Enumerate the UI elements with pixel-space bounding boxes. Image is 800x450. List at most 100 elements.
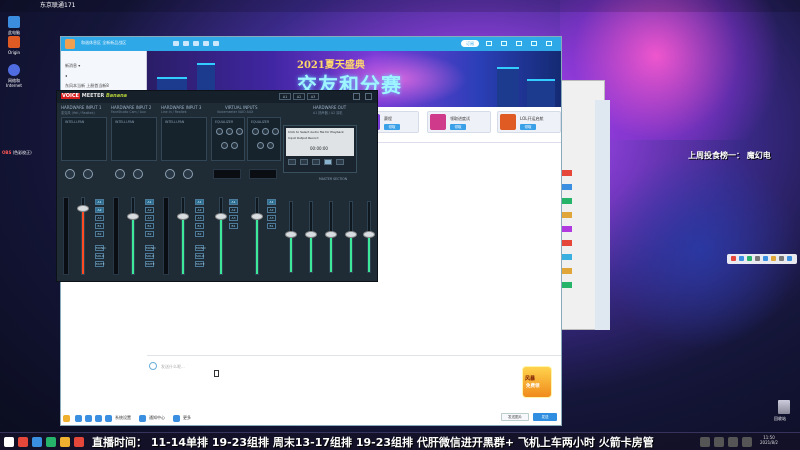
bus-a2-button[interactable]: A2 [145,207,154,213]
activity-card[interactable]: 领取进度试 领取 [427,111,491,133]
bus-b1-button[interactable]: B1 [195,223,204,229]
bus-b1-button[interactable]: B1 [145,223,154,229]
fader-knob[interactable] [251,213,263,220]
gain-fader[interactable] [181,197,185,275]
play-button[interactable] [300,159,308,165]
bus-a2-button[interactable]: A2 [195,207,204,213]
bus-a2-button[interactable]: A2 [95,207,104,213]
subscribe-button[interactable]: 订阅 [461,40,479,47]
virtual-fader[interactable] [219,197,223,275]
bus-a1-button[interactable]: A1 [267,199,276,205]
bus-a1-button[interactable]: A1 [195,199,204,205]
activity-card[interactable]: LOL开运启航 领取 [497,111,561,133]
tray-icon[interactable] [714,437,724,447]
intellipan-panel[interactable]: INTELLI-PAN [111,117,157,161]
desktop-icon-computer[interactable]: 此电脑 [4,16,24,35]
input-bar[interactable]: 发送什么呢... [147,355,561,379]
forward-button[interactable] [336,159,344,165]
send-image-button[interactable]: 发送图片 [501,413,529,421]
app-icon[interactable] [779,256,784,261]
mic-icon[interactable] [75,415,82,422]
strip-device[interactable]: FaceStudio Cam / Aux [111,110,146,114]
app-icon[interactable] [787,256,792,261]
app-icon[interactable] [771,256,776,261]
eq-knob[interactable] [267,142,274,149]
solo-button[interactable]: SOLO [95,253,104,259]
panel-item[interactable]: 东风本当新 上册首当新8 [65,83,109,89]
mono-button[interactable]: MONO [145,245,156,251]
app-icon[interactable] [763,256,768,261]
solo-button[interactable]: SOLO [145,253,154,259]
recycle-bin-icon[interactable] [778,400,790,414]
mute-button[interactable]: MUTE [95,261,105,267]
app-icon[interactable] [755,256,760,261]
fader-knob[interactable] [325,231,337,238]
bus-a1-button[interactable]: A1 [95,199,104,205]
fader-knob[interactable] [177,213,189,220]
eq-knob[interactable] [216,128,223,135]
gain-knob[interactable] [65,169,75,179]
mute-button[interactable]: MUTE [195,261,205,267]
bus-a2-button[interactable]: A2 [267,207,276,213]
tray-icon[interactable] [700,437,710,447]
comp-knob[interactable] [83,169,93,179]
app-icon[interactable] [747,256,752,261]
eq-knob[interactable] [221,142,228,149]
comp-knob[interactable] [183,169,193,179]
playback-display[interactable]: Click to Select Audio file for Playback … [286,128,354,156]
gain-knob[interactable] [115,169,125,179]
nav-system-settings[interactable]: 系统设置 [115,415,131,421]
eq-knob[interactable] [262,128,269,135]
taskbar-app-icon[interactable] [74,437,84,447]
bus-b1-button[interactable]: B1 [229,223,238,229]
fader-knob[interactable] [305,231,317,238]
eq-knob[interactable] [252,128,259,135]
nav-notifications[interactable]: 通知中心 [149,415,165,421]
bus-b2-button[interactable]: B2 [145,231,154,237]
intellipan-panel[interactable]: INTELLI-PAN [61,117,107,161]
bus-a3-button[interactable]: A3 [267,215,276,221]
record-button[interactable] [324,159,332,165]
taskbar-app-icon[interactable] [60,437,70,447]
toolbar-icon[interactable] [193,41,199,46]
more-icon[interactable] [173,415,180,422]
tray-icon[interactable] [728,437,738,447]
output-tab-a1[interactable]: A1 [279,93,291,100]
bus-b2-button[interactable]: B2 [195,231,204,237]
user-avatar-icon[interactable] [63,415,70,422]
bus-a3-button[interactable]: A3 [195,215,204,221]
mono-button[interactable]: MONO [195,245,206,251]
eq-knob[interactable] [272,128,279,135]
bus-b1-button[interactable]: B1 [95,223,104,229]
equalizer-panel[interactable]: EQUALIZER [211,117,245,161]
comp-knob[interactable] [133,169,143,179]
eq-knob[interactable] [226,128,233,135]
strip-device[interactable]: Line In / Realtek [161,110,187,114]
fader-knob[interactable] [363,231,375,238]
settings-icon[interactable] [85,415,92,422]
solo-button[interactable]: SOLO [195,253,204,259]
desktop-icon-network[interactable]: 网络和 Internet [4,64,24,88]
fader-knob[interactable] [345,231,357,238]
bus-a3-button[interactable]: A3 [145,215,154,221]
card-claim-button[interactable]: 领取 [384,124,400,130]
gift-icon[interactable] [95,415,102,422]
maximize-icon[interactable] [531,41,537,46]
card-claim-button[interactable]: 领取 [520,124,536,130]
group-avatar[interactable] [65,39,75,49]
bus-a3-button[interactable]: A3 [229,215,238,221]
close-icon[interactable] [546,41,552,46]
taskbar-clock[interactable]: 11:50 2021/8/2 [760,435,778,445]
taskbar-app-icon[interactable] [18,437,28,447]
intellipan-panel[interactable]: INTELLI-PAN [161,117,207,161]
bus-a1-button[interactable]: A1 [229,199,238,205]
eq-knob[interactable] [257,142,264,149]
panel-item[interactable]: ◂ [65,73,67,78]
minimize-icon[interactable] [353,93,360,100]
stop-button[interactable] [312,159,320,165]
volume-icon[interactable] [742,437,752,447]
taskbar-app-icon[interactable] [32,437,42,447]
fader-knob[interactable] [127,213,139,220]
taskbar-app-icon[interactable] [46,437,56,447]
bus-a2-button[interactable]: A2 [229,207,238,213]
